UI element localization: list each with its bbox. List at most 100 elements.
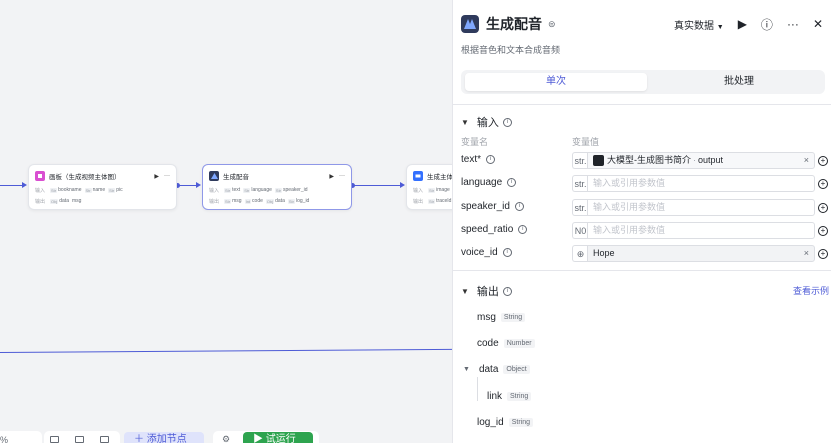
speaker-id-input[interactable]: 输入或引用参数值 <box>587 199 815 216</box>
chevron-down-icon: ▼ <box>461 286 469 296</box>
param-type: str. <box>572 199 588 216</box>
clear-icon[interactable]: × <box>804 153 809 168</box>
output-type: String <box>500 312 526 322</box>
node-output-label: 输出 <box>35 198 46 205</box>
data-mode-select[interactable]: 真实数据 ▼ <box>674 17 724 32</box>
layout-icon[interactable] <box>75 436 84 443</box>
add-variable-icon[interactable]: + <box>818 203 828 213</box>
workflow-canvas[interactable]: 画板（生成视频主体图） ▶ ··· 输入 Str bookname Str name… <box>0 0 452 443</box>
info-icon: i <box>518 225 528 234</box>
node-input-param: Str speaker_id <box>274 187 308 193</box>
more-icon[interactable]: ··· <box>787 17 799 31</box>
param-type: str. <box>572 152 588 169</box>
node-input-param: Str name <box>84 187 106 193</box>
node-output-param: Obj data <box>50 198 69 204</box>
add-variable-icon[interactable]: + <box>818 249 828 259</box>
node-input-label: 输入 <box>209 187 220 194</box>
node-input-param: Str image <box>428 187 450 193</box>
node-input-label: 输入 <box>413 187 424 194</box>
add-variable-icon[interactable]: + <box>818 179 828 189</box>
param-name: speaker_id <box>461 201 510 212</box>
more-icon[interactable]: ··· <box>164 173 170 180</box>
comment-icon[interactable] <box>100 436 109 443</box>
node-generate-subject[interactable]: 生成主体 输入 Str image 输出 Str traceId <box>406 164 452 210</box>
clear-icon[interactable]: × <box>804 246 809 261</box>
output-row-link: link String <box>487 389 532 403</box>
info-icon: i <box>502 286 512 296</box>
help-icon[interactable]: ⓘ <box>761 16 773 33</box>
output-row-code: code Number <box>477 336 535 350</box>
panel-header: 生成配音 ⊜ 真实数据 ▼ ▶ ⓘ ··· ✕ <box>461 14 823 34</box>
input-row-text: text* i str. 大模型-生成图书简介 · output × + <box>453 152 831 170</box>
info-icon: i <box>507 178 517 187</box>
run-mode-tabs: 单次 批处理 <box>461 70 825 94</box>
plugin-badge-icon: ⊜ <box>548 18 556 29</box>
tree-connector <box>477 377 478 401</box>
output-type: Number <box>503 338 535 348</box>
zoom-level: % <box>0 435 9 443</box>
edge-node1-node2 <box>178 185 196 186</box>
param-type: N0 <box>572 222 588 239</box>
debug-icon[interactable]: ⚙ <box>222 434 230 443</box>
text-reference-field[interactable]: 大模型-生成图书简介 · output × <box>587 152 815 169</box>
voice-type-icon: ⊕ <box>572 245 588 262</box>
more-icon[interactable]: ··· <box>339 173 345 180</box>
outputs-section-header[interactable]: ▼ 输出 i <box>461 283 512 299</box>
voice-plugin-logo-icon <box>461 15 479 33</box>
board-icon <box>35 171 45 181</box>
tab-batch[interactable]: 批处理 <box>651 73 827 91</box>
add-node-button[interactable]: ＋ 添加节点 <box>124 432 204 443</box>
info-icon: i <box>502 248 512 257</box>
output-name: link <box>487 390 503 402</box>
node-input-param: Str language <box>243 187 272 193</box>
info-icon: i <box>502 117 512 127</box>
edge-arrow <box>400 182 405 188</box>
input-row-language: language i str. 输入或引用参数值 + <box>453 175 831 193</box>
node-config-panel: 生成配音 ⊜ 真实数据 ▼ ▶ ⓘ ··· ✕ 根据音色和文本合成音频 单次 批… <box>452 0 831 443</box>
speed-ratio-input[interactable]: 输入或引用参数值 <box>587 222 815 239</box>
node-output-param: Str log_id <box>287 198 310 204</box>
run-node-icon[interactable]: ▶ <box>154 173 159 180</box>
output-row-data[interactable]: ▼ data Object <box>463 362 530 376</box>
minimap-icon[interactable] <box>50 436 59 443</box>
output-name: log_id <box>477 416 504 428</box>
language-input[interactable]: 输入或引用参数值 <box>587 175 815 192</box>
add-variable-icon[interactable]: + <box>818 226 828 236</box>
test-run-button[interactable]: ▶ 试运行 <box>243 432 313 443</box>
param-name: language <box>461 177 503 188</box>
info-icon: i <box>514 202 524 211</box>
output-row-msg: msg String <box>477 310 526 324</box>
divider <box>453 270 831 271</box>
run-node-icon[interactable]: ▶ <box>329 173 334 180</box>
llm-node-icon <box>593 155 604 166</box>
node-output-param: Int code <box>244 198 263 204</box>
view-example-link[interactable]: 查看示例 <box>793 284 829 297</box>
node-input-label: 输入 <box>35 187 46 194</box>
tab-single[interactable]: 单次 <box>465 73 647 91</box>
node-output-param: Obj data <box>265 198 285 204</box>
close-icon[interactable]: ✕ <box>813 17 823 31</box>
voice-id-field[interactable]: Hope × <box>587 245 815 262</box>
node-title: 画板（生成视频主体图） <box>49 174 121 181</box>
edge-node2-node3 <box>353 185 400 186</box>
node-input-param: Str text <box>224 187 241 193</box>
video-plugin-icon <box>413 171 423 181</box>
panel-title: 生成配音 <box>486 16 542 32</box>
run-icon[interactable]: ▶ <box>738 17 747 31</box>
inputs-section-header[interactable]: ▼ 输入 i <box>461 114 512 130</box>
add-variable-icon[interactable]: + <box>818 156 828 166</box>
panel-description: 根据音色和文本合成音频 <box>461 45 561 55</box>
chevron-down-icon[interactable]: ▼ <box>463 366 470 373</box>
node-output-param: msg <box>71 198 82 204</box>
node-generate-voice[interactable]: 生成配音 ▶ ··· 输入 Str text Str language Str spe… <box>202 164 352 210</box>
node-canvas-board[interactable]: 画板（生成视频主体图） ▶ ··· 输入 Str bookname Str name… <box>28 164 177 210</box>
column-header-name: 变量名 <box>461 137 489 147</box>
voice-plugin-icon <box>209 171 219 181</box>
edge-arrow <box>22 182 27 188</box>
param-name: voice_id <box>461 247 498 258</box>
chevron-down-icon: ▼ <box>716 23 724 31</box>
edge-lower <box>0 348 452 353</box>
output-row-log-id: log_id String <box>477 415 533 429</box>
node-title: 生成配音 <box>223 174 249 181</box>
edge-incoming <box>0 185 22 186</box>
